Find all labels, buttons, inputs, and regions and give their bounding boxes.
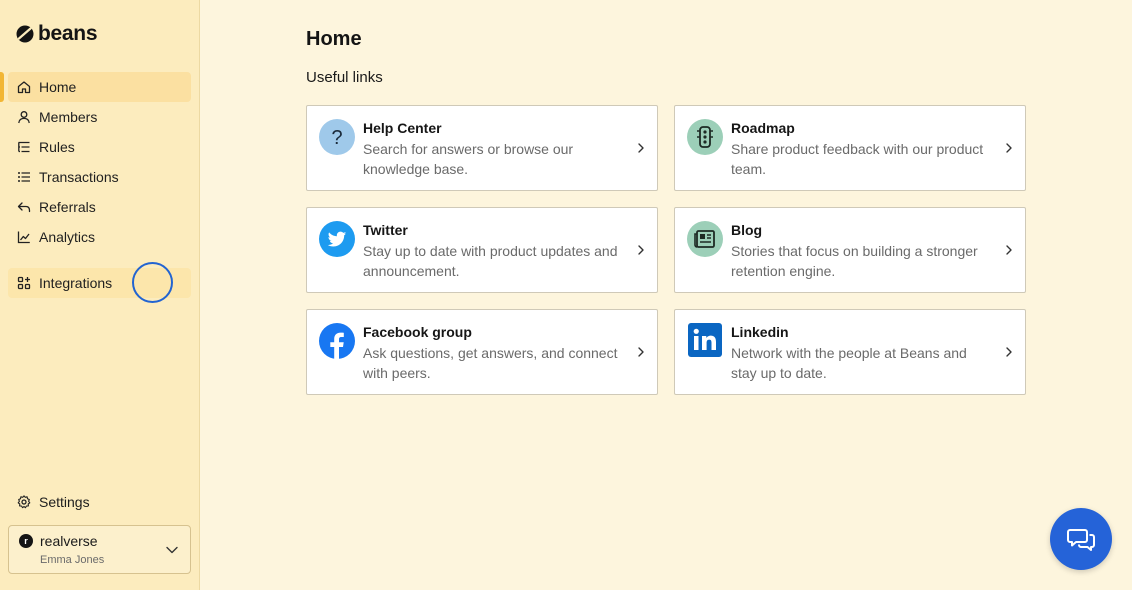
card-title: Twitter <box>363 222 408 238</box>
twitter-icon <box>319 221 355 257</box>
user-icon <box>17 110 31 124</box>
nav-divider-space <box>0 252 199 268</box>
rules-icon <box>17 140 31 154</box>
sidebar-nav: Home Members Rules Transactions Referral… <box>0 72 199 298</box>
sidebar-item-home[interactable]: Home <box>0 72 191 102</box>
sidebar-item-label: Rules <box>39 139 75 155</box>
beans-logo-icon <box>16 25 34 43</box>
newspaper-icon <box>687 221 723 257</box>
sidebar-item-rules[interactable]: Rules <box>8 132 191 162</box>
card-description: Stories that focus on building a stronge… <box>731 243 978 279</box>
chevron-right-icon <box>638 143 644 153</box>
link-card-linkedin[interactable]: Linkedin Network with the people at Bean… <box>674 309 1026 395</box>
link-card-blog[interactable]: Blog Stories that focus on building a st… <box>674 207 1026 293</box>
list-icon <box>17 170 31 184</box>
sidebar: beans Home Members Rules Transactions Re… <box>0 0 200 590</box>
card-description: Ask questions, get answers, and connect … <box>363 345 618 381</box>
sidebar-item-members[interactable]: Members <box>8 102 191 132</box>
sidebar-item-label: Analytics <box>39 229 96 245</box>
chevron-right-icon <box>638 347 644 357</box>
brand-name: beans <box>38 22 98 45</box>
user-name: Emma Jones <box>40 554 105 566</box>
card-description: Stay up to date with product updates and… <box>363 243 618 279</box>
sidebar-item-analytics[interactable]: Analytics <box>8 222 191 252</box>
chevron-right-icon <box>1006 347 1012 357</box>
settings-label: Settings <box>39 494 90 510</box>
sidebar-item-label: Transactions <box>39 169 119 185</box>
sidebar-item-settings[interactable]: Settings <box>8 487 191 517</box>
card-title: Roadmap <box>731 120 795 136</box>
section-title: Useful links <box>306 69 383 86</box>
card-description: Network with the people at Beans and sta… <box>731 345 967 381</box>
sidebar-item-label: Integrations <box>39 275 113 291</box>
chevron-right-icon <box>1006 143 1012 153</box>
org-name: realverse <box>40 533 98 549</box>
card-title: Linkedin <box>731 324 789 340</box>
reply-arrow-icon <box>17 200 31 214</box>
traffic-light-icon <box>687 119 723 155</box>
card-title: Blog <box>731 222 763 238</box>
card-title: Facebook group <box>363 324 472 340</box>
facebook-icon <box>319 323 355 359</box>
org-switcher[interactable]: r realverse Emma Jones <box>8 525 191 574</box>
page-title: Home <box>306 28 362 50</box>
apps-grid-icon <box>17 276 31 290</box>
chat-launcher-button[interactable] <box>1050 508 1112 570</box>
chat-bubbles-icon <box>1067 529 1095 551</box>
card-description: Share product feedback with our product … <box>731 141 984 177</box>
linkedin-icon <box>688 323 722 357</box>
card-title: Help Center <box>363 120 442 136</box>
brand-logo[interactable]: beans <box>16 22 98 46</box>
link-card-twitter[interactable]: Twitter Stay up to date with product upd… <box>306 207 658 293</box>
sidebar-item-label: Referrals <box>39 199 96 215</box>
home-icon <box>17 80 31 94</box>
link-card-roadmap[interactable]: Roadmap Share product feedback with our … <box>674 105 1026 191</box>
link-card-facebook-group[interactable]: Facebook group Ask questions, get answer… <box>306 309 658 395</box>
sidebar-item-label: Members <box>39 109 98 125</box>
gear-icon <box>17 495 31 509</box>
chart-line-icon <box>17 230 31 244</box>
org-avatar: r <box>19 534 33 548</box>
sidebar-item-transactions[interactable]: Transactions <box>8 162 191 192</box>
chevron-right-icon <box>1006 245 1012 255</box>
cursor-highlight <box>132 262 173 303</box>
chevron-down-icon <box>166 546 178 554</box>
sidebar-item-referrals[interactable]: Referrals <box>8 192 191 222</box>
chevron-right-icon <box>638 245 644 255</box>
link-card-help-center[interactable]: ? Help Center Search for answers or brow… <box>306 105 658 191</box>
question-icon: ? <box>319 119 355 155</box>
card-description: Search for answers or browse our knowled… <box>363 141 574 177</box>
svg-text:?: ? <box>331 127 342 149</box>
sidebar-item-label: Home <box>39 79 77 95</box>
